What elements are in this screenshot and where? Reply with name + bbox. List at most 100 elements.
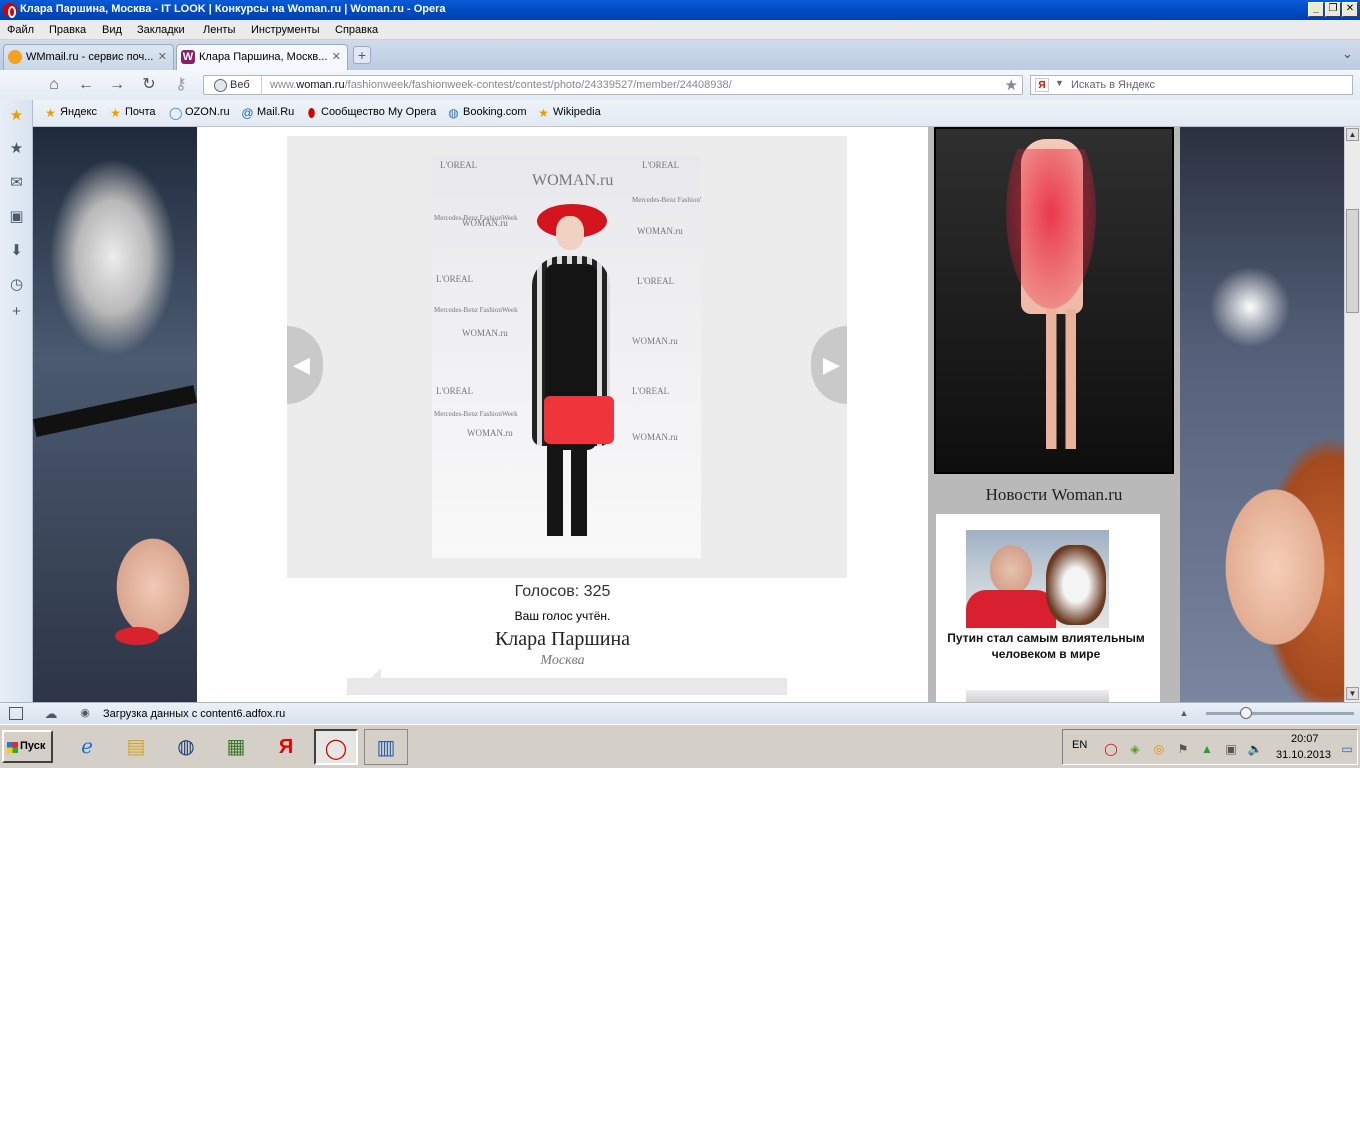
add-panel-icon[interactable]: +	[8, 303, 25, 320]
home-icon[interactable]: ⌂	[45, 76, 63, 94]
news-thumbnail[interactable]	[966, 530, 1109, 628]
prev-photo-button[interactable]: ◀	[287, 326, 323, 404]
vertical-scrollbar[interactable]: ▲ ▼	[1344, 127, 1360, 702]
news-thumbnail-next[interactable]	[966, 690, 1109, 702]
minimize-button[interactable]: _	[1308, 2, 1324, 17]
url-text[interactable]: www.woman.ru/fashionweek/fashionweek-con…	[270, 79, 732, 91]
star-icon: ★	[538, 106, 549, 120]
tab-woman-ru[interactable]: W Клара Паршина, Москв... ✕	[176, 44, 348, 70]
window-title-bar[interactable]: Клара Паршина, Москва - IT LOOK | Конкур…	[0, 0, 1360, 20]
bookmark-yandex[interactable]: ★ Яндекс	[44, 106, 97, 120]
opera-tray-icon[interactable]: ◯	[1103, 741, 1119, 757]
forward-icon[interactable]: →	[108, 76, 126, 94]
close-window-button[interactable]: ✕	[1342, 2, 1358, 17]
nvidia-icon[interactable]: ◈	[1127, 741, 1143, 757]
hp-icon[interactable]: ◍	[168, 729, 204, 765]
scroll-down-icon[interactable]: ▼	[1346, 687, 1359, 700]
internet-explorer-icon[interactable]: ℯ	[69, 729, 105, 765]
scroll-thumb[interactable]	[1346, 209, 1359, 313]
bookmark-booking[interactable]: ◍ Booking.com	[447, 106, 526, 120]
safely-remove-icon[interactable]: ▲	[1199, 741, 1215, 757]
tab-close-icon[interactable]: ✕	[158, 50, 167, 63]
watermark-mbfw: Mercedes-Benz FashionWeek	[434, 306, 518, 314]
opera-unite-icon[interactable]: ☁	[44, 707, 58, 720]
zoom-menu-icon[interactable]: ▲	[1177, 707, 1191, 720]
web-badge[interactable]: Веб	[204, 76, 262, 94]
tab-close-icon[interactable]: ✕	[332, 50, 341, 63]
news-heading[interactable]: Новости Woman.ru	[928, 485, 1180, 505]
language-indicator[interactable]: EN	[1072, 739, 1087, 751]
menu-file[interactable]: Файл	[7, 24, 34, 36]
contest-photo[interactable]: L'OREAL WOMAN.ru L'OREAL Mercedes-Benz F…	[432, 156, 701, 558]
participant-name: Клара Паршина	[494, 628, 631, 650]
start-button[interactable]: Пуск	[2, 730, 53, 763]
menu-feeds[interactable]: Ленты	[203, 24, 235, 36]
background-ad-left[interactable]	[33, 127, 198, 702]
contest-content: L'OREAL WOMAN.ru L'OREAL Mercedes-Benz F…	[197, 127, 928, 702]
status-text: Загрузка данных с content6.adfox.ru	[103, 708, 286, 720]
favorites-panel-icon[interactable]: ★	[8, 140, 25, 157]
system-tray: EN ◯ ◈ ◎ ⚑ ▲ ▣ 🔈 20:07 31.10.2013 ▭	[1062, 729, 1358, 765]
menu-view[interactable]: Вид	[102, 24, 122, 36]
restore-button[interactable]: ❐	[1325, 2, 1341, 17]
watermark-woman: WOMAN.ru	[467, 428, 513, 438]
reload-icon[interactable]: ↻	[140, 76, 158, 94]
yandex-icon[interactable]: Я	[1035, 78, 1049, 92]
bookmarks-panel-icon[interactable]: ★	[8, 107, 25, 124]
key-icon[interactable]: ⚷	[172, 76, 190, 94]
clock-date[interactable]: 31.10.2013	[1276, 749, 1331, 761]
bookmark-star-icon[interactable]: ★	[1005, 76, 1018, 94]
sync-icon[interactable]: ▦	[218, 729, 254, 765]
avast-icon[interactable]: ◎	[1151, 741, 1167, 757]
red-dress-shape	[1006, 149, 1096, 309]
address-bar[interactable]: Веб www.woman.ru/fashionweek/fashionweek…	[203, 75, 1023, 95]
tab-wmmail[interactable]: WMmail.ru - сервис поч... ✕	[3, 44, 174, 70]
bookmark-mailru[interactable]: @ Mail.Ru	[241, 106, 294, 120]
zoom-knob[interactable]	[1240, 707, 1252, 719]
watermark-loreal: L'OREAL	[637, 276, 675, 286]
fashion-ad-image[interactable]	[934, 127, 1174, 474]
watermark-woman: WOMAN.ru	[632, 336, 678, 346]
downloads-panel-icon[interactable]: ⬇	[8, 242, 25, 259]
clock-time[interactable]: 20:07	[1291, 733, 1319, 745]
document-icon[interactable]: ▥	[364, 729, 408, 765]
comment-field[interactable]	[347, 668, 787, 695]
search-engine-dropdown-icon[interactable]: ▼	[1055, 78, 1064, 88]
bookmark-my-opera[interactable]: ⬮ Сообщество My Opera	[305, 106, 437, 120]
opera-taskbar-icon[interactable]: ◯	[314, 729, 358, 765]
network-icon[interactable]: ▣	[1223, 741, 1239, 757]
show-desktop-icon[interactable]: ▭	[1339, 741, 1355, 757]
menu-bar: Файл Правка Вид Закладки Ленты Инструмен…	[0, 20, 1360, 40]
bookmark-pochta[interactable]: ★ Почта	[109, 106, 155, 120]
bookmark-ozon[interactable]: ◯ OZON.ru	[169, 106, 230, 120]
zoom-slider[interactable]	[1206, 707, 1354, 719]
speed-dial-icon[interactable]: ◉	[78, 707, 92, 720]
dog-shape	[1046, 545, 1106, 625]
flag-icon[interactable]: ⚑	[1175, 741, 1191, 757]
yandex-browser-icon[interactable]: Я	[268, 729, 304, 765]
volume-icon[interactable]: 🔈	[1247, 741, 1263, 757]
bookmark-wikipedia[interactable]: ★ Wikipedia	[537, 106, 601, 120]
search-field[interactable]: Я ▼ Искать в Яндекс	[1030, 75, 1353, 95]
notes-panel-icon[interactable]: ▣	[8, 208, 25, 225]
menu-edit[interactable]: Правка	[49, 24, 86, 36]
menu-help[interactable]: Справка	[335, 24, 378, 36]
status-bar: ☁ ◉ Загрузка данных с content6.adfox.ru …	[0, 702, 1360, 724]
background-ad-right[interactable]	[1180, 127, 1344, 702]
next-photo-button[interactable]: ▶	[811, 326, 847, 404]
right-sidebar: Новости Woman.ru Путин стал самым влияте…	[928, 127, 1180, 702]
chevron-left-icon: ◀	[293, 352, 310, 377]
mail-panel-icon[interactable]: ✉	[8, 174, 25, 191]
menu-bookmarks[interactable]: Закладки	[137, 24, 185, 36]
menu-tools[interactable]: Инструменты	[251, 24, 320, 36]
scroll-up-icon[interactable]: ▲	[1346, 128, 1359, 141]
search-placeholder[interactable]: Искать в Яндекс	[1071, 79, 1155, 91]
panel-toggle-icon[interactable]	[9, 707, 23, 720]
tab-list-chevron-icon[interactable]: ⌄	[1342, 46, 1353, 62]
bag-shape	[544, 396, 614, 444]
news-headline-link[interactable]: Путин стал самым влиятельным человеком в…	[946, 630, 1146, 662]
new-tab-button[interactable]: +	[353, 46, 371, 64]
back-icon[interactable]: ←	[77, 76, 95, 94]
explorer-folder-icon[interactable]: ▤	[118, 729, 154, 765]
history-panel-icon[interactable]: ◷	[8, 276, 25, 293]
